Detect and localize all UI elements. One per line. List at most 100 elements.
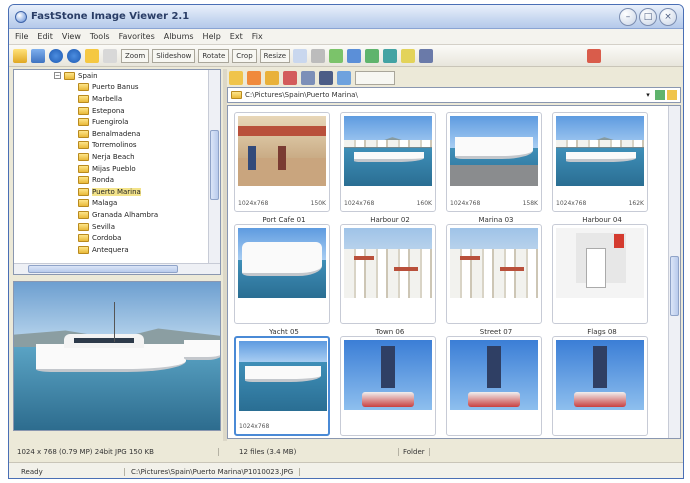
view-icon[interactable] <box>319 71 333 85</box>
tree-item[interactable]: Fuengirola <box>14 116 220 128</box>
thumbnail-item[interactable]: Yacht 05 <box>234 224 334 336</box>
tree-item[interactable]: Sevilla <box>14 221 220 233</box>
thumbnail-item[interactable]: 1024x768 158K Marina 03 <box>446 112 546 224</box>
tree-item[interactable]: Malaga <box>14 198 220 210</box>
thumbnail-scroll-thumb[interactable] <box>670 256 679 316</box>
thumbnail-image[interactable] <box>450 340 538 410</box>
menu-favorites[interactable]: Favorites <box>119 32 155 41</box>
resize-button[interactable]: Resize <box>259 48 291 63</box>
menu-file[interactable]: File <box>15 32 28 41</box>
thumbnail-frame[interactable]: 1024x768 162K <box>552 112 648 212</box>
thumbnail-image[interactable] <box>344 116 432 186</box>
thumbnail-item[interactable]: 1024x768 160K Harbour 02 <box>340 112 440 224</box>
tree-item[interactable]: Benalmadena <box>14 128 220 140</box>
tree-item[interactable]: Ronda <box>14 174 220 186</box>
menu-fix[interactable]: Fix <box>252 32 263 41</box>
print-icon[interactable] <box>311 48 326 63</box>
menu-edit[interactable]: Edit <box>37 32 53 41</box>
close-button[interactable]: × <box>659 7 677 26</box>
tree-item[interactable]: Antequera <box>14 244 220 256</box>
thumbnail-image[interactable] <box>344 228 432 298</box>
sort-icon[interactable] <box>401 48 416 63</box>
browse-icon[interactable] <box>31 48 45 63</box>
address-bar[interactable]: C:\Pictures\Spain\Puerto Marina\ ▾ <box>227 87 681 103</box>
exit-icon[interactable] <box>587 48 602 63</box>
collapse-icon[interactable]: − <box>54 72 61 80</box>
menu-help[interactable]: Help <box>203 32 221 41</box>
menu-view[interactable]: View <box>62 32 81 41</box>
tree-item[interactable]: Puerto Marina <box>14 186 220 198</box>
thumbnail-item[interactable] <box>446 336 546 438</box>
tree-item[interactable]: Marbella <box>14 93 220 105</box>
thumbnail-image[interactable] <box>344 340 432 410</box>
tree-item[interactable]: Estepona <box>14 105 220 117</box>
title-bar[interactable]: FastStone Image Viewer 2.1 – □ × <box>9 5 683 29</box>
tree-scroll-thumb[interactable] <box>210 130 219 200</box>
slideshow-button[interactable]: Slideshow <box>152 48 196 63</box>
thumbnail-image[interactable] <box>239 341 327 411</box>
dropdown-icon[interactable]: ▾ <box>643 91 653 99</box>
thumbnail-item[interactable]: Town 06 <box>340 224 440 336</box>
thumbnail-frame[interactable] <box>552 336 648 436</box>
settings-icon[interactable] <box>419 48 434 63</box>
maximize-button[interactable]: □ <box>639 7 657 26</box>
thumbnail-image[interactable] <box>450 116 538 186</box>
up-folder-icon[interactable] <box>229 71 243 85</box>
image-preview[interactable] <box>13 281 221 431</box>
thumbnail-image[interactable] <box>556 228 644 298</box>
thumbnail-size-select[interactable] <box>355 71 395 85</box>
filter-icon[interactable] <box>283 71 297 85</box>
thumbnail-item[interactable]: Flags 08 <box>552 224 652 336</box>
select-icon[interactable] <box>301 71 315 85</box>
thumbnail-item[interactable]: 1024x768 <box>234 336 334 438</box>
thumbnail-frame[interactable] <box>446 336 542 436</box>
tree-root[interactable]: − Spain <box>14 70 220 82</box>
thumbnail-frame[interactable]: 1024x768 158K <box>446 112 542 212</box>
back-icon[interactable] <box>49 48 63 63</box>
thumbnail-image[interactable] <box>238 228 326 298</box>
menu-albums[interactable]: Albums <box>164 32 194 41</box>
tree-vertical-scrollbar[interactable] <box>208 70 220 274</box>
open-folder-icon[interactable] <box>13 48 27 63</box>
thumbnail-frame[interactable] <box>234 224 330 324</box>
tree-item[interactable]: Granada Alhambra <box>14 209 220 221</box>
thumbnail-frame[interactable] <box>340 224 436 324</box>
email-icon[interactable] <box>329 48 344 63</box>
tag-icon[interactable] <box>103 48 117 63</box>
tree-item[interactable]: Mijas Pueblo <box>14 163 220 175</box>
thumbnail-item[interactable]: Street 07 <box>446 224 546 336</box>
forward-icon[interactable] <box>67 48 81 63</box>
thumbnail-item[interactable]: 1024x768 150K Port Cafe 01 <box>234 112 334 224</box>
thumbnail-frame[interactable]: 1024x768 160K <box>340 112 436 212</box>
menu-tools[interactable]: Tools <box>90 32 110 41</box>
thumbnail-frame[interactable]: 1024x768 150K <box>234 112 330 212</box>
thumbnail-item[interactable]: 1024x768 162K Harbour 04 <box>552 112 652 224</box>
tree-item[interactable]: Nerja Beach <box>14 151 220 163</box>
thumb-size-icon[interactable] <box>337 71 351 85</box>
thumbnail-image[interactable] <box>556 340 644 410</box>
thumbnail-item[interactable] <box>552 336 652 438</box>
thumbnail-frame[interactable] <box>446 224 542 324</box>
refresh-icon[interactable] <box>247 71 261 85</box>
tree-horizontal-scrollbar[interactable] <box>14 263 220 274</box>
minimize-button[interactable]: – <box>619 7 637 26</box>
thumbnail-frame[interactable]: 1024x768 <box>234 336 330 436</box>
thumbnail-image[interactable] <box>450 228 538 298</box>
thumbnail-image[interactable] <box>556 116 644 186</box>
info-icon[interactable] <box>347 48 362 63</box>
go-icon[interactable] <box>655 90 665 100</box>
tree-item[interactable]: Puerto Banus <box>14 82 220 94</box>
zoom-button[interactable]: Zoom <box>121 48 150 63</box>
menu-ext[interactable]: Ext <box>230 32 243 41</box>
thumbnail-item[interactable] <box>340 336 440 438</box>
tree-item[interactable]: Cordoba <box>14 232 220 244</box>
thumbnail-frame[interactable] <box>340 336 436 436</box>
color-icon[interactable] <box>365 48 380 63</box>
address-input[interactable]: C:\Pictures\Spain\Puerto Marina\ <box>245 91 643 99</box>
home-icon[interactable] <box>265 71 279 85</box>
thumbnail-grid[interactable]: 1024x768 150K Port Cafe 01 1024x768 160K Harb… <box>227 105 681 439</box>
favorite-icon[interactable] <box>667 90 677 100</box>
folder-tree[interactable]: − Spain Puerto Banus Marbella Estepona Fuen… <box>13 69 221 275</box>
thumbnail-frame[interactable] <box>552 224 648 324</box>
rotate-button[interactable]: Rotate <box>198 48 230 63</box>
